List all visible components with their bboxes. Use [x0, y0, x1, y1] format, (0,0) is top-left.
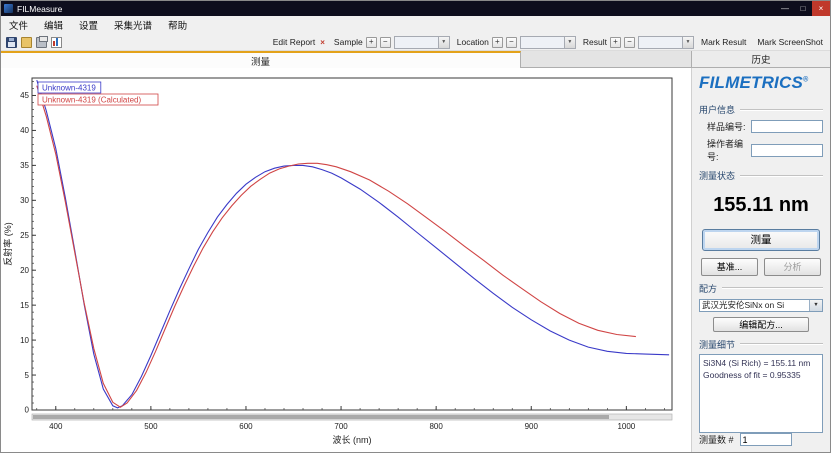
- result-remove-button[interactable]: −: [624, 37, 635, 48]
- measure-button[interactable]: 测量: [702, 229, 820, 251]
- toolbar: Edit Report × Sample + − ▼ Location + − …: [1, 34, 830, 51]
- edit-report-close-icon[interactable]: ×: [320, 38, 325, 47]
- save-icon[interactable]: [6, 37, 17, 48]
- svg-text:Unknown-4319: Unknown-4319: [42, 84, 96, 93]
- analyze-button[interactable]: 分析: [764, 258, 821, 276]
- measurement-count-input[interactable]: [740, 433, 792, 446]
- svg-text:20: 20: [20, 266, 29, 275]
- mark-result-button[interactable]: Mark Result: [697, 36, 750, 49]
- sample-id-input[interactable]: [751, 120, 823, 133]
- svg-text:15: 15: [20, 301, 29, 310]
- svg-text:600: 600: [239, 422, 253, 431]
- recipe-header: 配方: [699, 282, 823, 295]
- chevron-down-icon: ▼: [438, 37, 449, 48]
- operator-id-label: 操作者编号:: [707, 137, 751, 163]
- svg-text:400: 400: [49, 422, 63, 431]
- svg-text:25: 25: [20, 231, 29, 240]
- measurement-details-box: Si3N4 (Si Rich) = 155.11 nm Goodness of …: [699, 354, 823, 433]
- svg-text:5: 5: [25, 371, 30, 380]
- result-add-button[interactable]: +: [610, 37, 621, 48]
- result-label: Result: [583, 37, 607, 47]
- svg-text:40: 40: [20, 126, 29, 135]
- app-window: FILMeasure — □ × 文件 编辑 设置 采集光谱 帮助 Edit R…: [0, 0, 831, 453]
- svg-text:0: 0: [25, 406, 30, 415]
- thickness-result-value: 155.11 nm: [699, 194, 823, 217]
- spectrum-view-icon[interactable]: [51, 37, 62, 48]
- menu-settings[interactable]: 设置: [71, 16, 106, 34]
- measurement-status-header: 测量状态: [699, 169, 823, 182]
- svg-text:Unknown-4319 (Calculated): Unknown-4319 (Calculated): [42, 96, 142, 105]
- menu-edit[interactable]: 编辑: [36, 16, 71, 34]
- title-bar: FILMeasure — □ ×: [1, 1, 830, 16]
- svg-text:800: 800: [429, 422, 443, 431]
- location-remove-button[interactable]: −: [506, 37, 517, 48]
- chart-panel: 400 500 600 700 800 900 1000 0 5 10 15 20 25 30 35 40 45…: [1, 68, 691, 452]
- recipe-selected-value: 武汉光安伦SiNx on Si: [702, 299, 809, 311]
- chevron-down-icon: ▼: [564, 37, 575, 48]
- svg-text:1000: 1000: [617, 422, 635, 431]
- user-info-header: 用户信息: [699, 103, 823, 116]
- svg-text:45: 45: [20, 91, 29, 100]
- measurement-count-label: 测量数 #: [699, 433, 734, 446]
- open-icon[interactable]: [21, 37, 32, 48]
- sample-label: Sample: [334, 37, 363, 47]
- sample-add-button[interactable]: +: [366, 37, 377, 48]
- svg-text:900: 900: [525, 422, 539, 431]
- app-icon: [4, 4, 13, 13]
- edit-recipe-button[interactable]: 编辑配方...: [713, 317, 809, 332]
- main-area: 400 500 600 700 800 900 1000 0 5 10 15 20 25 30 35 40 45…: [1, 68, 830, 452]
- menu-bar: 文件 编辑 设置 采集光谱 帮助: [1, 16, 830, 34]
- details-thickness-line: Si3N4 (Si Rich) = 155.11 nm: [703, 357, 819, 369]
- main-tabs: 测量 历史: [1, 51, 830, 68]
- tab-measure[interactable]: 测量: [1, 51, 521, 68]
- print-icon[interactable]: [36, 37, 47, 48]
- location-add-button[interactable]: +: [492, 37, 503, 48]
- baseline-button[interactable]: 基准...: [701, 258, 758, 276]
- chevron-down-icon: ▼: [682, 37, 693, 48]
- window-title: FILMeasure: [17, 4, 62, 14]
- recipe-select[interactable]: 武汉光安伦SiNx on Si ▼: [699, 299, 823, 312]
- svg-text:30: 30: [20, 196, 29, 205]
- svg-text:500: 500: [144, 422, 158, 431]
- spectrum-chart: 400 500 600 700 800 900 1000 0 5 10 15 20 25 30 35 40 45…: [2, 70, 688, 448]
- sample-select[interactable]: ▼: [394, 36, 450, 49]
- report-controls: Edit Report × Sample + − ▼ Location + − …: [273, 36, 827, 49]
- svg-text:10: 10: [20, 336, 29, 345]
- edit-report-label[interactable]: Edit Report: [273, 37, 316, 47]
- side-panel: FILMETRICS® 用户信息 样品编号: 操作者编号: 测量状态 155.1…: [691, 68, 830, 452]
- filmetrics-logo: FILMETRICS®: [699, 73, 823, 93]
- svg-text:35: 35: [20, 161, 29, 170]
- result-select[interactable]: ▼: [638, 36, 694, 49]
- measurement-details-header: 测量细节: [699, 338, 823, 351]
- svg-text:700: 700: [334, 422, 348, 431]
- tab-history[interactable]: 历史: [691, 51, 830, 67]
- menu-file[interactable]: 文件: [1, 16, 36, 34]
- details-fit-line: Goodness of fit = 0.95335: [703, 369, 819, 381]
- mark-screenshot-button[interactable]: Mark ScreenShot: [753, 36, 827, 49]
- menu-acquire-spectrum[interactable]: 采集光谱: [106, 16, 160, 34]
- chevron-down-icon: ▼: [809, 299, 822, 312]
- svg-text:波长 (nm): 波长 (nm): [333, 434, 372, 445]
- minimize-button[interactable]: —: [776, 1, 794, 16]
- svg-text:反射率 (%): 反射率 (%): [2, 222, 13, 266]
- location-label: Location: [457, 37, 489, 47]
- menu-help[interactable]: 帮助: [160, 16, 195, 34]
- sample-remove-button[interactable]: −: [380, 37, 391, 48]
- sample-id-label: 样品编号:: [707, 120, 746, 133]
- maximize-button[interactable]: □: [794, 1, 812, 16]
- operator-id-input[interactable]: [751, 144, 823, 157]
- close-button[interactable]: ×: [812, 1, 830, 16]
- location-select[interactable]: ▼: [520, 36, 576, 49]
